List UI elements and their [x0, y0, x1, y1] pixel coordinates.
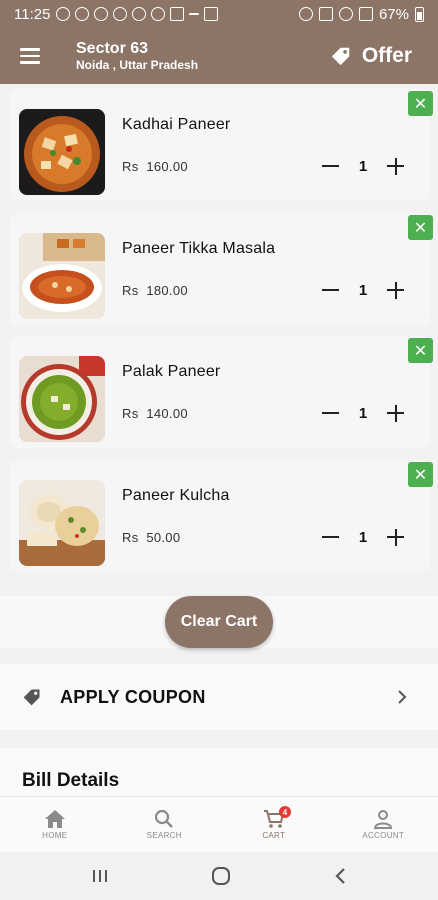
- cart-item: Palak Paneer Rs 140.00 1 ✕: [10, 336, 433, 448]
- item-price: Rs 160.00: [122, 159, 188, 174]
- bill-details-title: Bill Details: [22, 770, 120, 791]
- item-price: Rs 50.00: [122, 530, 181, 545]
- decrease-button[interactable]: [322, 289, 339, 291]
- nav-cart-label: CART: [262, 831, 286, 840]
- chat-icon: [113, 7, 128, 21]
- bottom-nav: HOME SEARCH 4 CART ACCOUNT: [0, 796, 438, 852]
- app-icon: [170, 7, 185, 21]
- phone-icon: [132, 7, 147, 21]
- apply-coupon-label: APPLY COUPON: [60, 686, 206, 707]
- cart-item: Paneer Tikka Masala Rs 180.00 1 ✕: [10, 213, 433, 325]
- notification-icons: [56, 7, 219, 21]
- cart-list: Kadhai Paneer Rs 160.00 1 ✕ Paneer Tikka…: [0, 84, 438, 578]
- quantity-stepper: 1: [322, 526, 404, 548]
- location-selector[interactable]: Sector 63 Noida , Uttar Pradesh: [76, 40, 198, 72]
- gallery-icon: [204, 7, 219, 21]
- bill-details: Bill Details: [0, 748, 438, 796]
- cart-item: Kadhai Paneer Rs 160.00 1 ✕: [10, 89, 433, 201]
- whatsapp-icon: [56, 7, 71, 21]
- paneer-tikka-masala-image: [19, 233, 105, 319]
- item-price: Rs 180.00: [122, 283, 188, 298]
- cart-count-badge: 4: [279, 806, 291, 818]
- decrease-button[interactable]: [322, 165, 339, 167]
- paneer-kulcha-image: [19, 480, 105, 566]
- item-quantity: 1: [358, 281, 368, 299]
- quantity-stepper: 1: [322, 402, 404, 424]
- item-quantity: 1: [358, 404, 368, 422]
- increase-button[interactable]: [387, 528, 404, 546]
- kadhai-paneer-image: [19, 109, 105, 195]
- remove-item-button[interactable]: ✕: [408, 338, 433, 363]
- alarm-icon: [298, 7, 313, 21]
- item-quantity: 1: [358, 528, 368, 546]
- quantity-stepper: 1: [322, 279, 404, 301]
- status-bar: 11:25 67%: [0, 0, 438, 28]
- decrease-button[interactable]: [322, 412, 339, 414]
- wifi-icon: [338, 7, 353, 21]
- tag-icon: [331, 47, 350, 66]
- offer-label: Offer: [361, 44, 412, 67]
- chevron-right-icon: [398, 690, 407, 704]
- increase-button[interactable]: [387, 157, 404, 175]
- item-quantity: 1: [358, 157, 368, 175]
- battery-percent: 67%: [378, 5, 409, 23]
- status-time: 11:25: [14, 5, 51, 23]
- clear-cart-section: Clear Cart: [0, 596, 438, 648]
- palak-paneer-image: [19, 356, 105, 442]
- increase-button[interactable]: [387, 404, 404, 422]
- item-name: Paneer Tikka Masala: [122, 240, 276, 257]
- nav-search[interactable]: SEARCH: [110, 797, 220, 852]
- system-nav-bar: [0, 852, 438, 900]
- battery-icon: [415, 6, 424, 22]
- nav-search-label: SEARCH: [146, 831, 182, 840]
- remove-item-button[interactable]: ✕: [408, 91, 433, 116]
- cart-item: Paneer Kulcha Rs 50.00 1 ✕: [10, 460, 433, 572]
- offer-button[interactable]: Offer: [330, 44, 412, 68]
- nav-home[interactable]: HOME: [0, 797, 110, 852]
- recent-apps-icon[interactable]: [91, 868, 109, 884]
- decrease-button[interactable]: [322, 536, 339, 538]
- minus-icon: [189, 13, 200, 15]
- home-button-icon[interactable]: [211, 866, 231, 886]
- mute-icon: [318, 7, 333, 21]
- remove-item-button[interactable]: ✕: [408, 462, 433, 487]
- home-icon: [44, 810, 65, 828]
- nav-account[interactable]: ACCOUNT: [329, 797, 438, 852]
- menu-icon[interactable]: [0, 28, 60, 84]
- quantity-stepper: 1: [322, 155, 404, 177]
- location-subtitle: Noida , Uttar Pradesh: [76, 58, 199, 72]
- search-icon: [155, 809, 174, 828]
- nav-account-label: ACCOUNT: [362, 831, 405, 840]
- item-name: Palak Paneer: [122, 363, 221, 380]
- nav-cart[interactable]: 4 CART: [219, 797, 329, 852]
- location-title: Sector 63: [76, 40, 149, 57]
- increase-button[interactable]: [387, 281, 404, 299]
- cloud-icon: [151, 7, 166, 21]
- whatsapp-icon: [75, 7, 90, 21]
- nav-home-label: HOME: [42, 831, 68, 840]
- item-price: Rs 140.00: [122, 406, 188, 421]
- account-icon: [374, 810, 393, 829]
- coupon-tag-icon: [23, 689, 40, 706]
- b-icon: [94, 7, 109, 21]
- item-name: Kadhai Paneer: [122, 116, 231, 133]
- remove-item-button[interactable]: ✕: [408, 215, 433, 240]
- item-name: Paneer Kulcha: [122, 487, 230, 504]
- apply-coupon-row[interactable]: APPLY COUPON: [0, 664, 438, 730]
- app-header: Sector 63 Noida , Uttar Pradesh Offer: [0, 28, 438, 84]
- signal-icon: [358, 7, 373, 21]
- back-icon[interactable]: [333, 867, 347, 885]
- clear-cart-button[interactable]: Clear Cart: [165, 596, 273, 648]
